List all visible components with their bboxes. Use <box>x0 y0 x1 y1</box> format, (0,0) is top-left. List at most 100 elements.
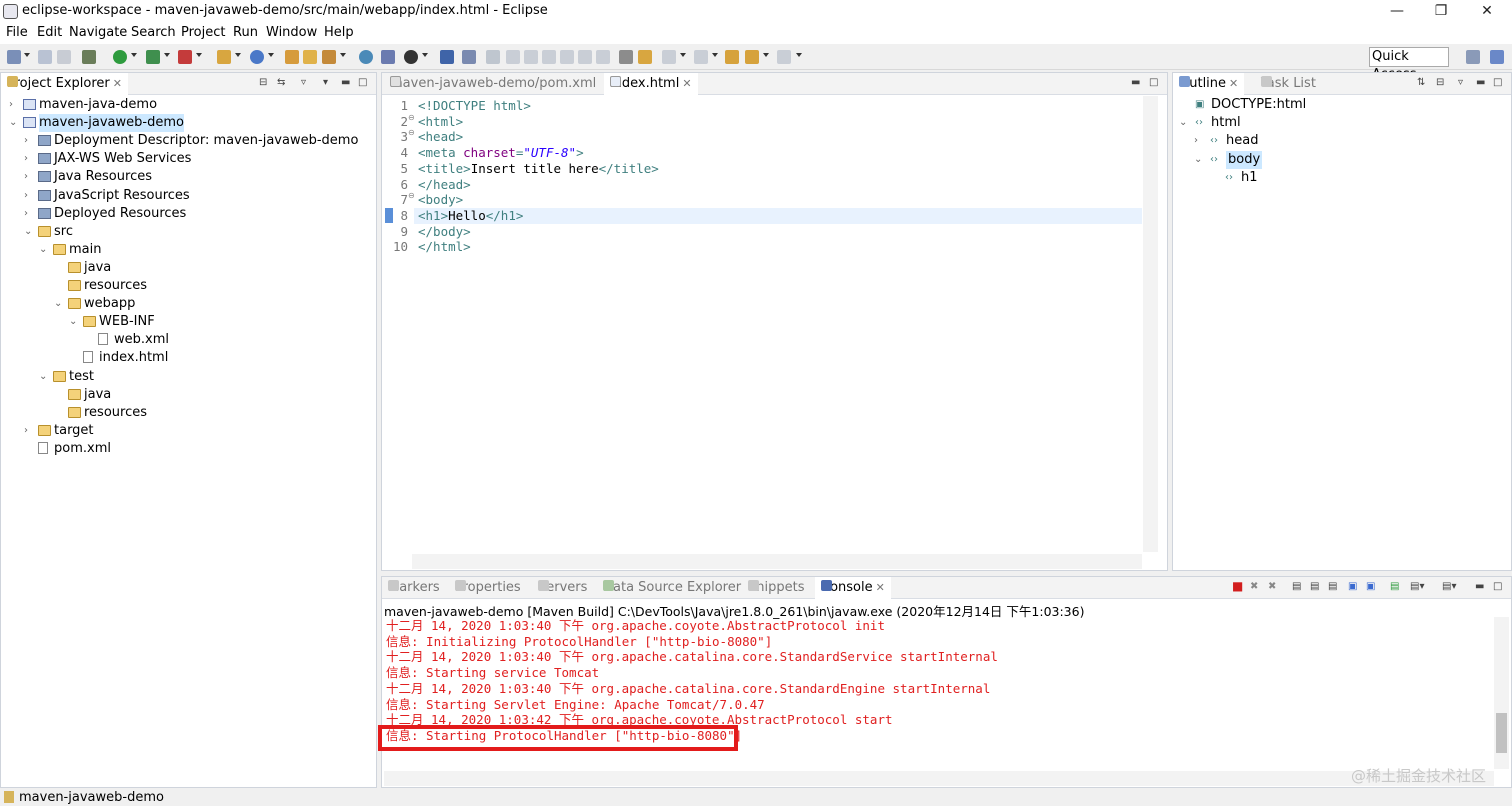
tab-properties[interactable]: Properties <box>449 577 527 599</box>
tab-data-source-explorer[interactable]: Data Source Explorer <box>597 577 747 599</box>
editor-horizontal-scrollbar[interactable] <box>412 554 1142 569</box>
chevron-down-icon[interactable]: ⌄ <box>69 313 79 331</box>
tree-item[interactable]: index.html <box>1 349 376 367</box>
tab-pom-xml[interactable]: maven-javaweb-demo/pom.xml <box>384 73 602 95</box>
tree-item[interactable]: resources <box>1 277 376 295</box>
quick-access-input[interactable]: Quick Access <box>1369 47 1449 82</box>
tree-item[interactable]: › Java Resources <box>1 168 376 186</box>
maximize-view-icon[interactable]: □ <box>1149 77 1158 88</box>
step-into-icon[interactable] <box>560 50 574 64</box>
save-icon[interactable] <box>38 50 52 64</box>
terminate-icon[interactable] <box>524 50 538 64</box>
link-with-editor-icon[interactable]: ⇆ <box>277 77 285 88</box>
next-annotation-dropdown-icon[interactable] <box>680 53 686 57</box>
tab-snippets[interactable]: Snippets <box>742 577 810 599</box>
build-dropdown-icon[interactable] <box>340 53 346 57</box>
run-dropdown-icon[interactable] <box>131 53 137 57</box>
previous-annotation-dropdown-icon[interactable] <box>712 53 718 57</box>
back-dropdown-icon[interactable] <box>763 53 769 57</box>
close-icon[interactable]: ✕ <box>682 77 691 90</box>
tree-item[interactable]: java <box>1 386 376 404</box>
maximize-view-icon[interactable]: □ <box>1493 77 1502 88</box>
restore-button[interactable]: ❐ <box>1419 0 1463 24</box>
resume-icon[interactable] <box>486 50 500 64</box>
run-last-tool-icon[interactable] <box>146 50 160 64</box>
fold-icon[interactable]: ⊖ <box>408 113 415 122</box>
perspective-icon[interactable] <box>404 50 418 64</box>
suspend-icon[interactable] <box>506 50 520 64</box>
menu-window[interactable]: Window <box>266 25 317 40</box>
globe-icon[interactable] <box>359 50 373 64</box>
tree-item[interactable]: ⌄ WEB-INF <box>1 313 376 331</box>
open-folder-icon[interactable] <box>303 50 317 64</box>
minimize-view-icon[interactable]: ▬ <box>1475 581 1484 592</box>
chevron-right-icon[interactable]: › <box>1194 132 1204 150</box>
pin-console-icon[interactable]: ▤ <box>1390 581 1399 592</box>
external-tools-icon[interactable] <box>178 50 192 64</box>
tree-item[interactable]: › Deployed Resources <box>1 205 376 223</box>
tab-markers[interactable]: Markers <box>382 577 446 599</box>
chevron-right-icon[interactable]: › <box>24 168 34 186</box>
tab-project-explorer[interactable]: Project Explorer ✕ <box>1 73 128 95</box>
new-dropdown-icon[interactable] <box>24 53 30 57</box>
display-console-icon[interactable]: ▤▾ <box>1410 581 1424 592</box>
console-view-icon[interactable] <box>440 50 454 64</box>
chevron-right-icon[interactable]: › <box>24 422 34 440</box>
show-on-stderr-icon[interactable]: ▣ <box>1366 581 1375 592</box>
tree-item[interactable]: java <box>1 259 376 277</box>
disconnect-icon[interactable] <box>542 50 556 64</box>
tree-item[interactable]: › Deployment Descriptor: maven-javaweb-de… <box>1 132 376 150</box>
tab-task-list[interactable]: Task List <box>1255 73 1322 95</box>
back-icon[interactable] <box>745 50 759 64</box>
new-icon[interactable] <box>7 50 21 64</box>
chevron-down-icon[interactable]: ⌄ <box>1179 114 1189 132</box>
menu-run[interactable]: Run <box>233 25 258 40</box>
java-ee-perspective-icon[interactable] <box>1490 50 1504 64</box>
debug-config-icon[interactable] <box>82 50 96 64</box>
tree-item[interactable]: › JavaScript Resources <box>1 187 376 205</box>
external-tools-dropdown-icon[interactable] <box>196 53 202 57</box>
tree-item[interactable]: web.xml <box>1 331 376 349</box>
tree-item[interactable]: › maven-java-demo <box>1 96 376 114</box>
chevron-down-icon[interactable]: ⌄ <box>24 223 34 241</box>
chevron-down-icon[interactable]: ⌄ <box>9 114 19 132</box>
tree-item[interactable]: › target <box>1 422 376 440</box>
next-annotation-icon[interactable] <box>662 50 676 64</box>
menu-help[interactable]: Help <box>324 25 354 40</box>
tree-item[interactable]: ⌄ src <box>1 223 376 241</box>
code-editor[interactable]: 1 <!DOCTYPE html> 2 ⊖ <html> 3 ⊖ <head> 4 <meta c… <box>382 96 1142 552</box>
view-menu-dropdown-icon[interactable]: ▾ <box>323 77 328 88</box>
run-icon[interactable] <box>113 50 127 64</box>
new-java-package-icon[interactable] <box>250 50 264 64</box>
tab-servers[interactable]: Servers <box>532 577 593 599</box>
search-icon[interactable] <box>381 50 395 64</box>
step-over-icon[interactable] <box>578 50 592 64</box>
clear-console-icon[interactable]: ▤ <box>1292 581 1301 592</box>
view-menu-icon[interactable]: ▿ <box>1458 77 1463 88</box>
chevron-right-icon[interactable]: › <box>9 96 19 114</box>
skip-breakpoints-icon[interactable] <box>462 50 476 64</box>
console-horizontal-scrollbar[interactable] <box>384 771 1494 786</box>
forward-icon[interactable] <box>777 50 791 64</box>
toggle-mark-icon[interactable] <box>619 50 633 64</box>
view-menu-icon[interactable]: ▿ <box>301 77 306 88</box>
menu-edit[interactable]: Edit <box>37 25 62 40</box>
close-icon[interactable]: ✕ <box>113 77 122 90</box>
minimize-view-icon[interactable]: ▬ <box>341 77 350 88</box>
open-console-icon[interactable]: ▤▾ <box>1442 581 1456 592</box>
tab-outline[interactable]: Outline ✕ <box>1173 73 1245 95</box>
chevron-right-icon[interactable]: › <box>24 132 34 150</box>
tab-console[interactable]: Console ✕ <box>815 577 891 599</box>
tree-item[interactable]: ⌄ webapp <box>1 295 376 313</box>
maximize-view-icon[interactable]: □ <box>1493 581 1502 592</box>
scroll-lock-icon[interactable]: ▤ <box>1310 581 1319 592</box>
chevron-right-icon[interactable]: › <box>24 187 34 205</box>
perspective-dropdown-icon[interactable] <box>422 53 428 57</box>
toggle-word-wrap-icon[interactable] <box>638 50 652 64</box>
menu-project[interactable]: Project <box>181 25 225 40</box>
close-button[interactable]: ✕ <box>1465 0 1509 24</box>
chevron-down-icon[interactable]: ⌄ <box>39 241 49 259</box>
remove-all-launches-icon[interactable]: ✖ <box>1268 581 1276 592</box>
menu-file[interactable]: File <box>6 25 28 40</box>
forward-dropdown-icon[interactable] <box>796 53 802 57</box>
